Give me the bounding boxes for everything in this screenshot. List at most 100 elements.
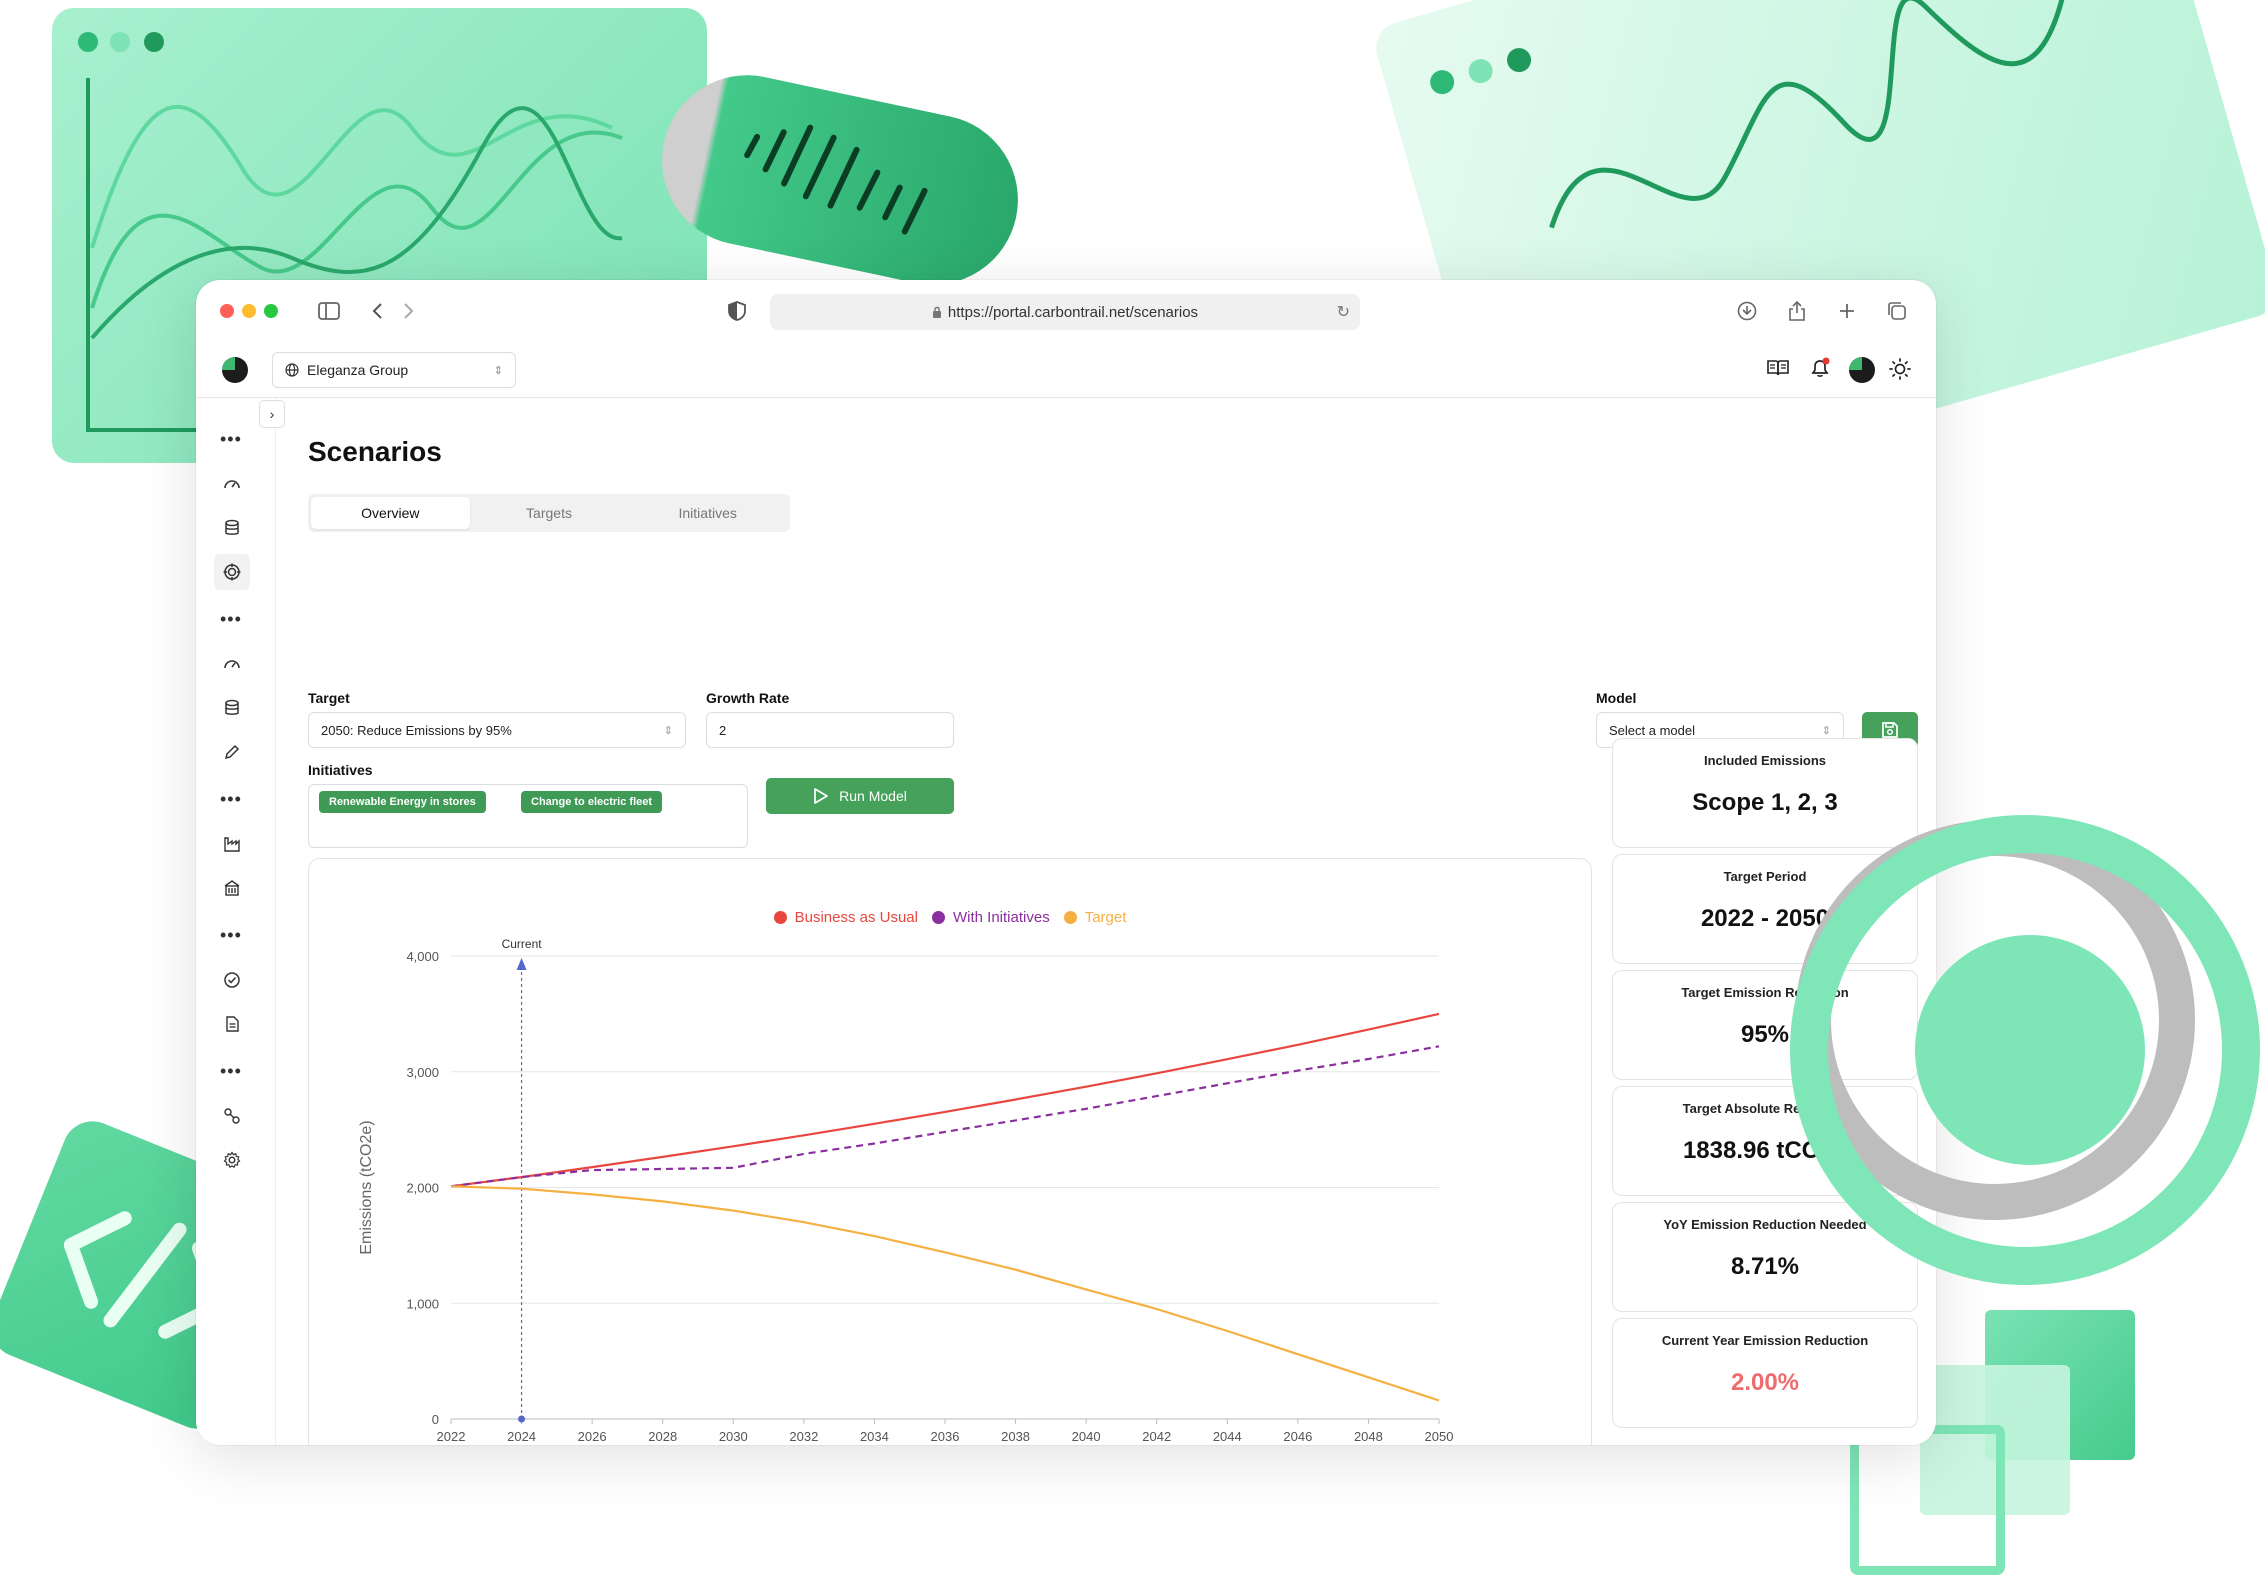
tab-initiatives[interactable]: Initiatives <box>628 497 787 529</box>
organization-name: Eleganza Group <box>307 362 409 378</box>
save-floppy-icon <box>1882 722 1898 738</box>
target-icon <box>223 563 241 581</box>
app-header: Eleganza Group ⇕ <box>196 342 1936 398</box>
play-icon <box>814 788 828 804</box>
sidebar-item-scenarios[interactable] <box>214 554 250 590</box>
stat-value: 8.71% <box>1730 1253 1800 1280</box>
sidebar-item-edit[interactable] <box>214 734 250 770</box>
more-dots-icon: ••• <box>220 925 242 945</box>
x-tick-label: 2030 <box>719 1429 748 1444</box>
carbontrail-logo[interactable] <box>220 354 250 384</box>
theme-sun-icon[interactable] <box>1888 357 1912 386</box>
run-model-label: Run Model <box>839 788 907 804</box>
y-tick-label: 0 <box>432 1412 439 1427</box>
x-tick-label: 2028 <box>648 1429 677 1444</box>
y-tick-label: 1,000 <box>406 1296 439 1311</box>
x-tick-label: 2038 <box>1001 1429 1030 1444</box>
tab-overview[interactable]: Overview <box>311 497 470 529</box>
factory-icon <box>224 837 240 852</box>
sidebar-item-integrations[interactable] <box>214 1098 250 1134</box>
minimize-window-button[interactable] <box>242 304 256 318</box>
scenario-tabs: Overview Targets Initiatives <box>308 494 790 532</box>
chevron-updown-icon: ⇕ <box>663 724 673 737</box>
more-dots-icon: ••• <box>220 789 242 809</box>
growth-rate-label: Growth Rate <box>706 690 790 706</box>
sidebar: ••• ••• ••• ••• ••• <box>196 398 276 1445</box>
sidebar-item-tasks[interactable] <box>214 962 250 998</box>
link-nodes-icon <box>224 1108 240 1124</box>
sidebar-item-reports[interactable] <box>214 1006 250 1042</box>
database-icon <box>225 519 239 535</box>
check-circle-icon <box>224 972 240 988</box>
x-tick-label: 2032 <box>789 1429 818 1444</box>
decorative-circle <box>1915 935 2145 1165</box>
x-tick-label: 2036 <box>931 1429 960 1444</box>
reload-icon[interactable]: ↻ <box>1337 302 1350 322</box>
sidebar-item-facilities[interactable] <box>214 826 250 862</box>
y-axis-label: Emissions (tCO2e) <box>358 1120 375 1254</box>
pencil-icon <box>224 744 240 760</box>
sidebar-item-settings[interactable] <box>214 1142 250 1178</box>
back-icon[interactable] <box>362 296 392 326</box>
sidebar-item-buildings[interactable] <box>214 870 250 906</box>
download-icon[interactable] <box>1732 296 1762 326</box>
bell-icon[interactable] <box>1808 356 1832 385</box>
stat-card: Included Emissions Scope 1, 2, 3 <box>1612 738 1918 848</box>
initiatives-label: Initiatives <box>308 762 373 778</box>
x-tick-label: 2026 <box>578 1429 607 1444</box>
growth-rate-value: 2 <box>719 722 727 738</box>
dashboard-gauge-icon <box>224 480 240 489</box>
series-line-business-as-usual <box>450 1012 1440 1188</box>
x-tick-label: 2022 <box>437 1429 466 1444</box>
current-marker-point <box>518 1415 526 1423</box>
globe-icon <box>285 363 299 377</box>
sidebar-item-data[interactable] <box>214 510 250 546</box>
current-marker-label: Current <box>502 937 543 951</box>
tab-targets[interactable]: Targets <box>470 497 629 529</box>
sidebar-item-dashboard-2[interactable] <box>214 646 250 682</box>
new-tab-icon[interactable] <box>1832 296 1862 326</box>
sidebar-item-data-2[interactable] <box>214 690 250 726</box>
more-dots-icon: ••• <box>220 1061 242 1081</box>
target-select[interactable]: 2050: Reduce Emissions by 95% ⇕ <box>308 712 686 748</box>
stat-card: Current Year Emission Reduction 2.00% <box>1612 1318 1918 1428</box>
x-tick-label: 2042 <box>1142 1429 1171 1444</box>
x-tick-label: 2040 <box>1072 1429 1101 1444</box>
stat-value: 2.00% <box>1730 1369 1800 1396</box>
growth-rate-input[interactable]: 2 <box>706 712 954 748</box>
model-label: Model <box>1596 690 1637 706</box>
chevron-updown-icon: ⇕ <box>1821 724 1831 737</box>
book-icon[interactable] <box>1766 358 1792 383</box>
x-tick-label: 2050 <box>1425 1429 1454 1444</box>
x-tick-label: 2034 <box>860 1429 889 1444</box>
x-tick-label: 2046 <box>1283 1429 1312 1444</box>
organization-select[interactable]: Eleganza Group ⇕ <box>272 352 516 388</box>
dashboard-gauge-icon <box>224 660 240 669</box>
address-bar[interactable]: https://portal.carbontrail.net/scenarios… <box>770 294 1360 330</box>
y-tick-label: 3,000 <box>406 1065 439 1080</box>
shield-icon[interactable] <box>722 296 752 326</box>
forward-icon[interactable] <box>394 296 424 326</box>
x-tick-label: 2048 <box>1354 1429 1383 1444</box>
more-dots-icon: ••• <box>220 609 242 629</box>
share-icon[interactable] <box>1782 296 1812 326</box>
lock-icon <box>932 306 941 318</box>
initiatives-multiselect[interactable]: Renewable Energy in stores Change to ele… <box>308 784 748 848</box>
initiative-chip[interactable]: Change to electric fleet <box>521 791 663 813</box>
sidebar-item-dashboard[interactable] <box>214 466 250 502</box>
sidebar-toggle-icon[interactable] <box>314 296 344 326</box>
y-tick-label: 4,000 <box>406 949 439 964</box>
building-icon <box>224 880 240 896</box>
tab-overview-icon[interactable] <box>1882 296 1912 326</box>
url-text: https://portal.carbontrail.net/scenarios <box>947 303 1199 321</box>
close-window-button[interactable] <box>220 304 234 318</box>
run-model-button[interactable]: Run Model <box>766 778 954 814</box>
current-marker-arrow <box>516 958 527 970</box>
emissions-chart-card: Business as Usual With Initiatives Targe… <box>308 858 1592 1445</box>
maximize-window-button[interactable] <box>264 304 278 318</box>
settings-gear-icon <box>223 1151 241 1169</box>
user-avatar[interactable] <box>1848 356 1876 384</box>
series-line-target <box>450 1185 1440 1402</box>
initiative-chip[interactable]: Renewable Energy in stores <box>319 791 486 813</box>
decorative-square-outline <box>1850 1425 2005 1575</box>
